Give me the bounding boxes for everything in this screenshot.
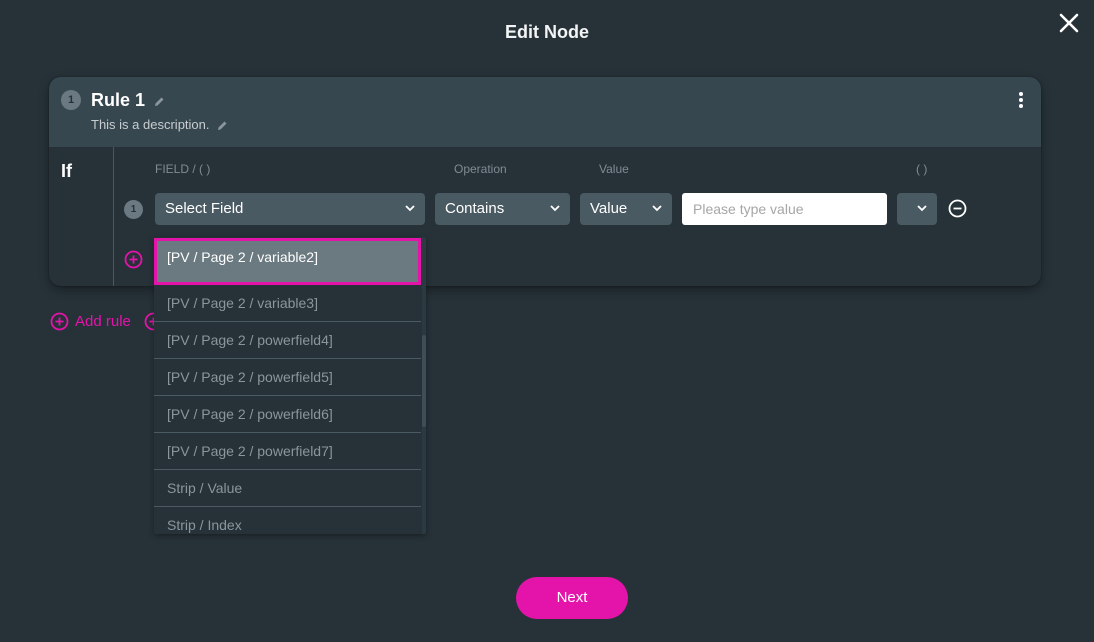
column-label-operation: Operation bbox=[454, 162, 507, 176]
chevron-down-icon bbox=[405, 205, 415, 212]
value-type-select[interactable]: Value bbox=[580, 193, 672, 225]
add-rule-button[interactable]: Add rule bbox=[50, 312, 131, 331]
dropdown-option[interactable]: [PV / Page 2 / variable3] bbox=[154, 285, 421, 322]
dropdown-option[interactable]: [PV / Page 2 / powerfield5] bbox=[154, 359, 421, 396]
chevron-down-icon bbox=[652, 205, 662, 212]
add-condition-button[interactable] bbox=[124, 250, 143, 274]
field-select[interactable]: Select Field bbox=[155, 193, 425, 225]
operation-select[interactable]: Contains bbox=[435, 193, 570, 225]
operation-select-value: Contains bbox=[445, 200, 505, 217]
chevron-down-icon bbox=[917, 205, 927, 212]
kebab-dot bbox=[1019, 92, 1023, 96]
plus-circle-icon bbox=[124, 250, 143, 269]
rule-name[interactable]: Rule 1 bbox=[91, 90, 165, 111]
paren-select[interactable] bbox=[897, 193, 937, 225]
condition-keyword: If bbox=[61, 161, 72, 181]
rule-number-badge: 1 bbox=[61, 90, 81, 110]
rule-description[interactable]: This is a description. bbox=[91, 117, 228, 132]
dropdown-option[interactable]: Strip / Index bbox=[154, 507, 421, 534]
dropdown-option[interactable]: [PV / Page 2 / powerfield6] bbox=[154, 396, 421, 433]
vertical-divider bbox=[113, 147, 114, 286]
column-label-value: Value bbox=[599, 162, 629, 176]
dropdown-option[interactable]: Strip / Value bbox=[154, 470, 421, 507]
condition-number-badge: 1 bbox=[124, 200, 143, 219]
close-icon bbox=[1059, 13, 1079, 33]
dialog-title: Edit Node bbox=[505, 22, 589, 42]
kebab-dot bbox=[1019, 104, 1023, 108]
close-button[interactable] bbox=[1058, 12, 1080, 34]
column-label-paren: ( ) bbox=[916, 162, 928, 176]
chevron-down-icon bbox=[550, 205, 560, 212]
rule-name-text: Rule 1 bbox=[91, 90, 146, 110]
dropdown-option[interactable]: [PV / Page 2 / powerfield4] bbox=[154, 322, 421, 359]
rule-menu-button[interactable] bbox=[1017, 91, 1025, 109]
dropdown-option[interactable]: [PV / Page 2 / powerfield7] bbox=[154, 433, 421, 470]
dropdown-option[interactable]: [PV / Page 2 / variable2] bbox=[154, 238, 421, 285]
minus-circle-icon bbox=[948, 199, 967, 218]
plus-circle-icon bbox=[50, 312, 69, 331]
rule-description-text: This is a description. bbox=[91, 117, 210, 132]
edit-description-pencil-icon[interactable] bbox=[217, 120, 228, 131]
rule-header: 1 Rule 1 This is a description. bbox=[49, 77, 1041, 147]
next-button[interactable]: Next bbox=[516, 577, 628, 619]
value-type-select-value: Value bbox=[590, 200, 628, 217]
edit-name-pencil-icon[interactable] bbox=[154, 96, 165, 107]
value-input[interactable] bbox=[682, 193, 887, 225]
field-dropdown-list: [PV / Page 2 / variable2] [PV / Page 2 /… bbox=[154, 237, 426, 534]
dropdown-scrollbar-thumb[interactable] bbox=[422, 335, 426, 427]
field-select-value: Select Field bbox=[165, 200, 244, 217]
remove-condition-button[interactable] bbox=[948, 199, 967, 223]
column-label-field: FIELD / ( ) bbox=[155, 162, 211, 176]
kebab-dot bbox=[1019, 98, 1023, 102]
add-rule-label: Add rule bbox=[75, 313, 131, 330]
